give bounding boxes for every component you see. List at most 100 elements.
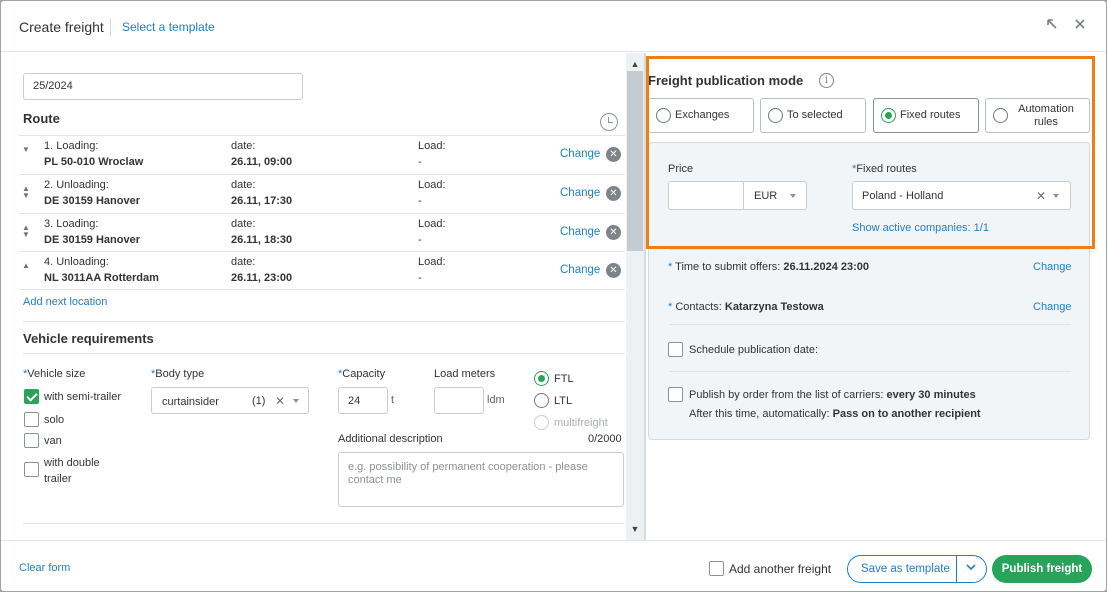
add-another-freight-checkbox[interactable] [709,561,724,576]
after-time-action: Pass on to another recipient [832,408,981,420]
section-divider [23,353,625,354]
additional-description-label: Additional description [338,433,443,445]
load-meters-unit: ldm [487,394,505,406]
remove-stop-icon[interactable]: ✕ [606,263,621,278]
stop-load: - [418,272,422,284]
capacity-input[interactable]: 24 [338,387,388,414]
vehicle-size-option: with semi-trailer [44,391,122,403]
publish-freight-button[interactable]: Publish freight [992,555,1092,583]
route-stop-row: ▼ 1. Loading: PL 50-010 Wroclaw date: 26… [19,135,625,174]
vehicle-size-checkbox[interactable] [24,412,39,427]
change-contacts-link[interactable]: Change [1033,301,1072,313]
multifreight-radio [534,415,549,430]
mode-to-selected-button[interactable]: To selected [760,98,866,133]
reorder-updown-icon[interactable]: ▲ ▼ [21,185,31,200]
ftl-radio[interactable] [534,371,549,386]
remove-stop-icon[interactable]: ✕ [606,147,621,162]
contacts-value: Katarzyna Testowa [724,301,824,313]
stop-date: 26.11, 23:00 [231,272,293,284]
mode-automation-rules-button[interactable]: Automation rules [985,98,1090,133]
description-counter: 0/2000 [588,433,622,445]
chevron-down-icon [293,399,299,403]
fixed-routes-label: *Fixed routes [852,163,917,175]
stop-date: 26.11, 18:30 [231,234,293,246]
schedule-publication-checkbox[interactable] [668,342,683,357]
scroll-down-icon[interactable]: ▼ [626,522,644,536]
fixed-routes-value: Poland - Holland [862,190,944,202]
ltl-label: LTL [554,395,573,407]
mode-radio [993,108,1008,123]
collapse-icon[interactable] [1044,17,1060,33]
dialog-title: Create freight [19,19,104,35]
vehicle-size-checkbox[interactable] [24,433,39,448]
time-to-submit-label: * Time to submit offers: 26.11.2024 23:0… [668,261,869,273]
reorder-updown-icon[interactable]: ▲ ▼ [21,224,31,239]
route-stop-row: ▲ ▼ 3. Loading: DE 30159 Hanover date: 26… [19,213,625,252]
mode-fixed-routes-button[interactable]: Fixed routes [873,98,979,133]
publish-by-order-label: Publish by order from the list of carrie… [689,389,976,401]
info-icon[interactable]: i [819,73,834,88]
add-location-link[interactable]: Add next location [23,296,107,308]
stop-date-label: date: [231,179,256,191]
stop-label: 1. Loading: [44,140,99,152]
route-stop-row: ▲ 4. Unloading: NL 3011AA Rotterdam date… [19,251,625,290]
chevron-down-icon [1053,194,1059,198]
stop-date-label: date: [231,256,256,268]
stop-date: 26.11, 09:00 [231,156,293,168]
vehicle-size-option: van [44,435,62,447]
mode-exchanges-button[interactable]: Exchanges [648,98,754,133]
load-meters-input[interactable] [434,387,484,414]
ltl-radio[interactable] [534,393,549,408]
reference-number-input[interactable]: 25/2024 [23,73,303,100]
route-stop-row: ▲ ▼ 2. Unloading: DE 30159 Hanover date: … [19,174,625,213]
contacts-label: * Contacts: Katarzyna Testowa [668,301,824,313]
body-type-select[interactable]: curtainsider (1) ✕ [151,387,309,414]
remove-stop-icon[interactable]: ✕ [606,225,621,240]
clear-form-link[interactable]: Clear form [19,562,70,574]
create-freight-dialog: Create freight Select a template 25/2024… [1,1,1106,591]
scroll-thumb[interactable] [627,71,643,251]
close-icon[interactable] [1072,17,1088,33]
price-label: Price [668,163,694,175]
reorder-down-icon[interactable]: ▼ [21,146,31,154]
remove-stop-icon[interactable]: ✕ [606,186,621,201]
clear-icon[interactable]: ✕ [1036,189,1046,203]
stop-label: 2. Unloading: [44,179,109,191]
change-stop-link[interactable]: Change [560,264,600,276]
load-meters-label: Load meters [434,368,496,380]
save-as-template-button[interactable]: Save as template [861,563,950,575]
vehicle-size-label: *Vehicle size [23,368,86,380]
history-icon[interactable] [600,113,618,131]
chevron-down-icon [790,194,796,198]
reorder-up-icon[interactable]: ▲ [21,262,31,270]
section-divider [23,523,625,524]
stop-date-label: date: [231,218,256,230]
stop-label: 3. Loading: [44,218,99,230]
select-template-link[interactable]: Select a template [122,20,215,34]
price-input[interactable] [669,182,744,209]
clear-icon[interactable]: ✕ [275,394,285,408]
chevron-down-icon[interactable] [965,561,977,576]
vehicle-size-checkbox[interactable] [24,462,39,477]
mode-label: To selected [787,109,843,121]
body-type-count: (1) [252,395,266,407]
scroll-up-icon[interactable]: ▲ [626,57,644,71]
mode-label: Automation rules [1018,103,1074,128]
mode-radio [656,108,671,123]
dialog-header: Create freight Select a template [1,1,1106,52]
change-stop-link[interactable]: Change [560,187,600,199]
additional-description-textarea[interactable]: e.g. possibility of permanent cooperatio… [338,452,624,507]
vehicle-requirements-title: Vehicle requirements [23,331,154,346]
publish-by-order-checkbox[interactable] [668,387,683,402]
show-active-companies-link[interactable]: Show active companies: 1/1 [852,222,989,234]
currency-select[interactable]: EUR [754,190,777,202]
form-scrollbar[interactable]: ▲ ▼ [626,53,644,540]
fixed-routes-select[interactable]: Poland - Holland ✕ [852,181,1071,210]
stop-place: NL 3011AA Rotterdam [44,272,159,284]
vehicle-size-checkbox[interactable] [24,389,39,404]
change-stop-link[interactable]: Change [560,148,600,160]
body-type-value: curtainsider [162,396,219,408]
stop-load: - [418,234,422,246]
change-stop-link[interactable]: Change [560,226,600,238]
change-time-link[interactable]: Change [1033,261,1072,273]
